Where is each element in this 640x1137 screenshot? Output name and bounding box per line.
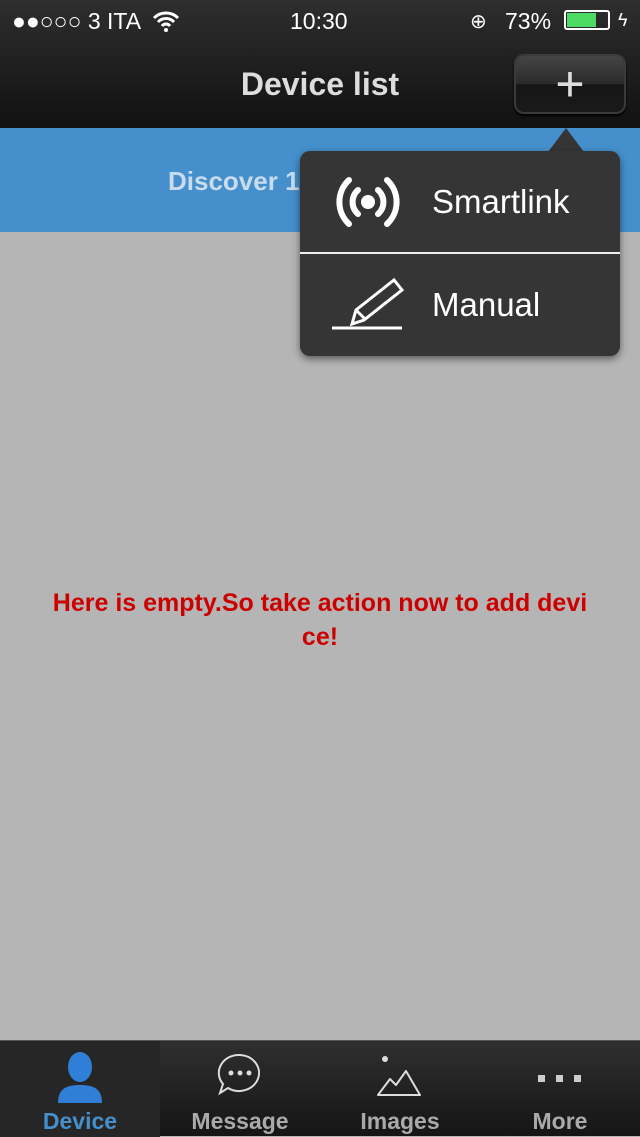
discover-text: Discover 1 xyxy=(168,166,300,196)
tab-bar: Device Message Images More xyxy=(0,1040,640,1137)
add-device-button[interactable]: + xyxy=(514,54,626,114)
wifi-icon xyxy=(152,11,180,32)
battery-icon xyxy=(564,10,610,30)
tab-images[interactable]: Images xyxy=(320,1041,480,1137)
carrier: ●●○○○ 3 ITA xyxy=(12,8,142,34)
tab-more[interactable]: More xyxy=(480,1041,640,1137)
plus-icon: + xyxy=(555,56,585,112)
tab-device[interactable]: Device xyxy=(0,1041,160,1137)
charging-icon: ϟ xyxy=(618,10,628,30)
tab-label: Images xyxy=(360,1108,440,1134)
tab-label: Device xyxy=(42,1108,118,1134)
navigation-bar: ●●○○○ 3 ITA 10:30 ⊕ 73% ϟ Device list + xyxy=(0,0,640,128)
manual-label: Manual xyxy=(432,286,541,323)
more-icon xyxy=(538,1075,581,1082)
tab-label: More xyxy=(532,1108,588,1134)
tab-label: Message xyxy=(191,1108,289,1134)
mountain-icon xyxy=(377,1056,421,1096)
chat-bubble-icon xyxy=(217,1053,260,1096)
rotation-lock-icon: ⊕ xyxy=(470,11,487,33)
pencil-icon xyxy=(332,277,405,330)
clock: 10:30 xyxy=(290,8,348,34)
user-icon xyxy=(58,1052,102,1103)
broadcast-icon xyxy=(336,177,400,227)
tab-message[interactable]: Message xyxy=(160,1041,320,1137)
empty-message: Here is empty.So take action now to add … xyxy=(52,589,588,651)
add-menu-popup: Smartlink Manual xyxy=(300,151,620,356)
menu-item-manual[interactable]: Manual xyxy=(300,254,620,356)
status-bar: ●●○○○ 3 ITA 10:30 ⊕ 73% ϟ xyxy=(0,0,640,40)
popup-arrow xyxy=(548,128,584,152)
battery-percent: 73% xyxy=(505,8,552,34)
menu-item-smartlink[interactable]: Smartlink xyxy=(300,151,620,253)
smartlink-label: Smartlink xyxy=(432,183,570,220)
